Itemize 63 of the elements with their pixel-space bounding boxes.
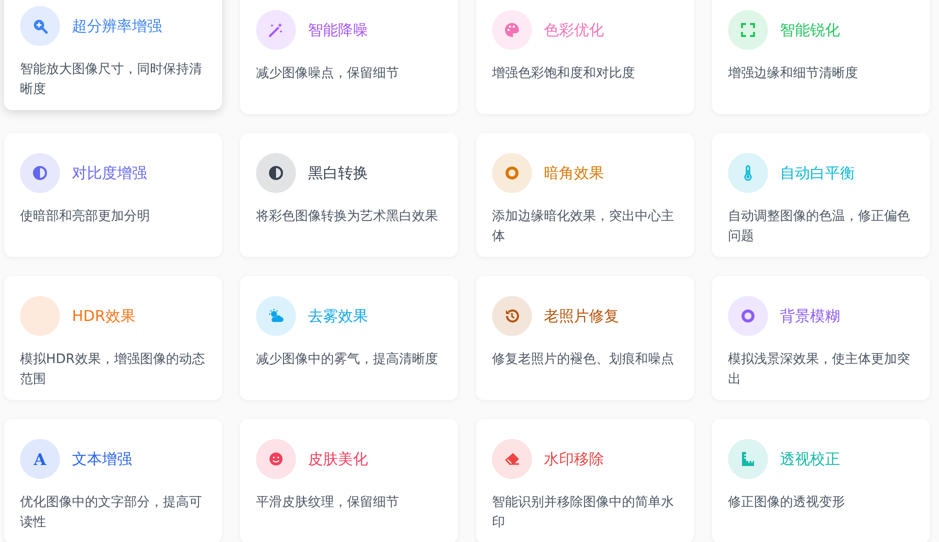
- ruler-icon: [740, 451, 756, 467]
- feature-card[interactable]: 老照片修复 修复老照片的褪色、划痕和噪点: [476, 276, 694, 400]
- feature-title: 背景模糊: [780, 306, 840, 326]
- feature-title: 暗角效果: [544, 164, 604, 182]
- feature-description: 智能识别并移除图像中的简单水印: [492, 494, 675, 532]
- feature-card[interactable]: 黑白转换 将彩色图像转换为艺术黑白效果: [240, 133, 458, 257]
- feature-card[interactable]: 超分辨率增强 智能放大图像尺寸，同时保持清晰度: [4, 0, 222, 110]
- feature-description: 添加边缘暗化效果，突出中心主体: [492, 208, 675, 246]
- feature-description: 修正图像的透视变形: [728, 494, 846, 512]
- feature-card[interactable]: HDR效果 模拟HDR效果，增强图像的动态范围: [4, 276, 222, 400]
- smile-icon: [268, 451, 284, 467]
- feature-title: 文本增强: [72, 450, 132, 468]
- feature-card[interactable]: 暗角效果 添加边缘暗化效果，突出中心主体: [476, 133, 694, 257]
- magic-wand-icon: [268, 22, 284, 38]
- history-icon: [504, 308, 520, 324]
- feature-card[interactable]: A 文本增强 优化图像中的文字部分，提高可读性: [4, 419, 222, 542]
- feature-title: 超分辨率增强: [72, 16, 162, 36]
- eraser-icon: [504, 451, 520, 467]
- feature-title: 自动白平衡: [780, 164, 855, 182]
- feature-title: 水印移除: [544, 450, 604, 468]
- feature-description: 模拟HDR效果，增强图像的动态范围: [20, 351, 206, 389]
- feature-card[interactable]: 色彩优化 增强色彩饱和度和对比度: [476, 0, 694, 114]
- feature-title: 对比度增强: [72, 164, 147, 182]
- feature-title: 黑白转换: [308, 164, 368, 182]
- feature-description: 使暗部和亮部更加分明: [20, 208, 151, 226]
- contrast-icon: [32, 165, 48, 181]
- feature-description: 增强色彩饱和度和对比度: [492, 65, 636, 83]
- feature-description: 将彩色图像转换为艺术黑白效果: [256, 208, 439, 226]
- expand-icon: [740, 22, 756, 38]
- feature-description: 优化图像中的文字部分，提高可读性: [20, 494, 203, 532]
- feature-card[interactable]: 透视校正 修正图像的透视变形: [712, 419, 930, 542]
- feature-card[interactable]: 皮肤美化 平滑皮肤纹理，保留细节: [240, 419, 458, 542]
- feature-card[interactable]: 智能降噪 减少图像噪点，保留细节: [240, 0, 458, 114]
- feature-description: 增强边缘和细节清晰度: [728, 65, 859, 83]
- feature-description: 模拟浅景深效果，使主体更加突出: [728, 351, 911, 389]
- feature-title: 去雾效果: [308, 306, 368, 326]
- feature-description: 修复老照片的褪色、划痕和噪点: [492, 351, 675, 369]
- feature-title: 智能锐化: [780, 20, 840, 40]
- feature-card[interactable]: 去雾效果 减少图像中的雾气，提高清晰度: [240, 276, 458, 400]
- feature-description: 减少图像噪点，保留细节: [256, 65, 400, 83]
- letter-icon: A: [34, 450, 46, 468]
- feature-card[interactable]: 智能锐化 增强边缘和细节清晰度: [712, 0, 930, 114]
- feature-title: 透视校正: [780, 450, 840, 468]
- feature-title: 智能降噪: [308, 20, 368, 40]
- ring-icon: [740, 308, 756, 324]
- feature-description: 减少图像中的雾气，提高清晰度: [256, 351, 439, 369]
- feature-title: HDR效果: [72, 306, 136, 326]
- feature-description: 智能放大图像尺寸，同时保持清晰度: [20, 61, 203, 99]
- palette-icon: [504, 22, 520, 38]
- feature-card[interactable]: 背景模糊 模拟浅景深效果，使主体更加突出: [712, 276, 930, 400]
- feature-title: 皮肤美化: [308, 450, 368, 468]
- feature-title: 色彩优化: [544, 20, 604, 40]
- feature-card[interactable]: 对比度增强 使暗部和亮部更加分明: [4, 133, 222, 257]
- feature-card[interactable]: 水印移除 智能识别并移除图像中的简单水印: [476, 419, 694, 542]
- zoom-icon: [32, 18, 48, 34]
- ring-icon: [504, 165, 520, 181]
- contrast-icon: [268, 165, 284, 181]
- feature-description: 平滑皮肤纹理，保留细节: [256, 494, 400, 512]
- cloud-sun-icon: [268, 308, 284, 324]
- feature-title: 老照片修复: [544, 306, 619, 326]
- feature-description: 自动调整图像的色温，修正偏色问题: [728, 208, 911, 246]
- icon-circle: [20, 296, 60, 336]
- feature-card[interactable]: 自动白平衡 自动调整图像的色温，修正偏色问题: [712, 133, 930, 257]
